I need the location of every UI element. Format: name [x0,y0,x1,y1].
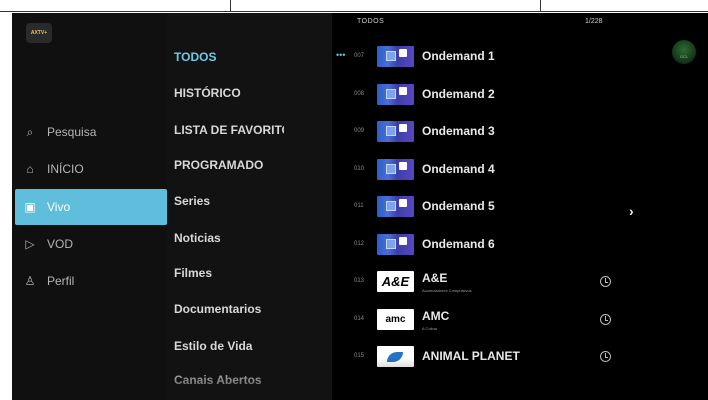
channel-number: 007 [354,53,365,59]
home-icon: ⌂ [26,162,34,176]
category-column: TODOS HISTÓRICO LISTA DE FAVORITOS PROGRAMA… [167,13,332,400]
category-item[interactable]: Canais Abertos [174,373,284,387]
channel-number: 012 [354,240,365,247]
play-icon: ▷ [25,237,35,251]
search-icon: ⌕ [26,124,34,139]
channel-title: Ondemand 1 [422,49,495,63]
channel-row[interactable]: 013 A&E A&E Acumuladores Compulsivos [332,264,708,302]
channel-program: Acumuladores Compulsivos [422,288,472,293]
channel-row[interactable]: 014 amc AMC A Colina [332,302,708,340]
category-item[interactable]: TODOS [174,50,284,64]
category-item[interactable]: Filmes [174,266,284,280]
category-item[interactable]: HISTÓRICO [174,86,284,100]
channel-title: ANIMAL PLANET [422,349,520,363]
channel-number: 014 [354,315,365,322]
channel-logo [377,121,414,142]
tv-icon: ▣ [24,200,36,214]
channel-title: Ondemand 5 [422,199,495,213]
category-item[interactable]: Series [174,194,284,208]
channel-list: TODOS 1/228 GCL ••• 007 Ondemand 1 008 Ondem… [332,13,708,400]
channel-title: Ondemand 2 [422,86,495,101]
channel-logo [377,158,414,180]
user-icon: ♙ [24,274,36,288]
nav-item-label: Pesquisa [47,125,97,139]
channel-number: 010 [354,165,365,172]
catchup-clock-icon[interactable] [600,351,611,362]
channel-row[interactable]: 015 ANIMAL PLANET [332,339,708,377]
channel-title: AMC [422,308,450,323]
nav-item-vivo[interactable]: ▣ Vivo [15,189,167,225]
category-item[interactable]: Estilo de Vida [174,339,284,353]
nav-item-label: Perfil [47,274,75,288]
nav-item-pesquisa[interactable]: ⌕ Pesquisa [15,114,167,150]
channel-row[interactable]: 011 Ondemand 5 [332,189,708,227]
channel-title: Ondemand 3 [422,124,495,138]
tv-screen: AXTV+ ⌕ Pesquisa ⌂ INÍCIO ▣ Vivo ▷ VOD ♙ Perfil T… [12,13,708,400]
nav-item-perfil[interactable]: ♙ Perfil [15,263,167,299]
channel-row[interactable]: 012 Ondemand 6 [332,227,708,265]
channel-title: A&E [422,271,448,285]
frame-divider [230,0,231,12]
channel-number: 008 [354,90,365,97]
brand-logo: AXTV+ [26,23,52,43]
channel-number: 009 [354,128,365,134]
channel-logo-ae: A&E [377,271,414,292]
list-header-count: 1/228 [585,18,603,25]
category-item[interactable]: LISTA DE FAVORITOS [174,123,284,137]
channel-row[interactable]: 008 Ondemand 2 [332,77,708,115]
frame-top-border [0,0,708,12]
channel-title: Ondemand 6 [422,236,495,251]
channel-logo-animalplanet [377,346,414,367]
frame-divider [540,0,541,12]
catchup-clock-icon[interactable] [600,313,611,325]
channel-number: 015 [354,353,365,359]
channel-row[interactable]: ••• 007 Ondemand 1 [332,39,708,77]
channel-program: A Colina [422,325,437,331]
chevron-right-icon[interactable]: › [629,203,634,219]
channel-logo [377,83,414,105]
channel-row[interactable]: 009 Ondemand 3 [332,114,708,152]
focus-indicator-icon: ••• [336,50,346,60]
channel-logo [377,233,414,255]
category-item[interactable]: Documentarios [174,302,284,316]
nav-item-incio[interactable]: ⌂ INÍCIO [15,151,167,187]
channel-number: 013 [354,278,365,284]
category-item[interactable]: Noticias [174,231,284,245]
channel-logo [377,196,414,217]
category-item[interactable]: PROGRAMADO [174,158,284,172]
nav-item-vod[interactable]: ▷ VOD [15,226,167,262]
channel-title: Ondemand 4 [422,161,495,176]
nav-item-label: VOD [47,237,74,251]
nav-item-label: INÍCIO [47,162,84,176]
channel-logo [377,46,414,67]
channel-logo-amc: amc [377,308,414,330]
channel-row[interactable]: 010 Ondemand 4 [332,152,708,190]
nav-item-label: Vivo [47,200,71,214]
list-header-title: TODOS [357,18,385,25]
channel-number: 011 [354,203,364,209]
catchup-clock-icon[interactable] [600,276,611,287]
left-nav: AXTV+ ⌕ Pesquisa ⌂ INÍCIO ▣ Vivo ▷ VOD ♙ Perfil [12,13,167,400]
